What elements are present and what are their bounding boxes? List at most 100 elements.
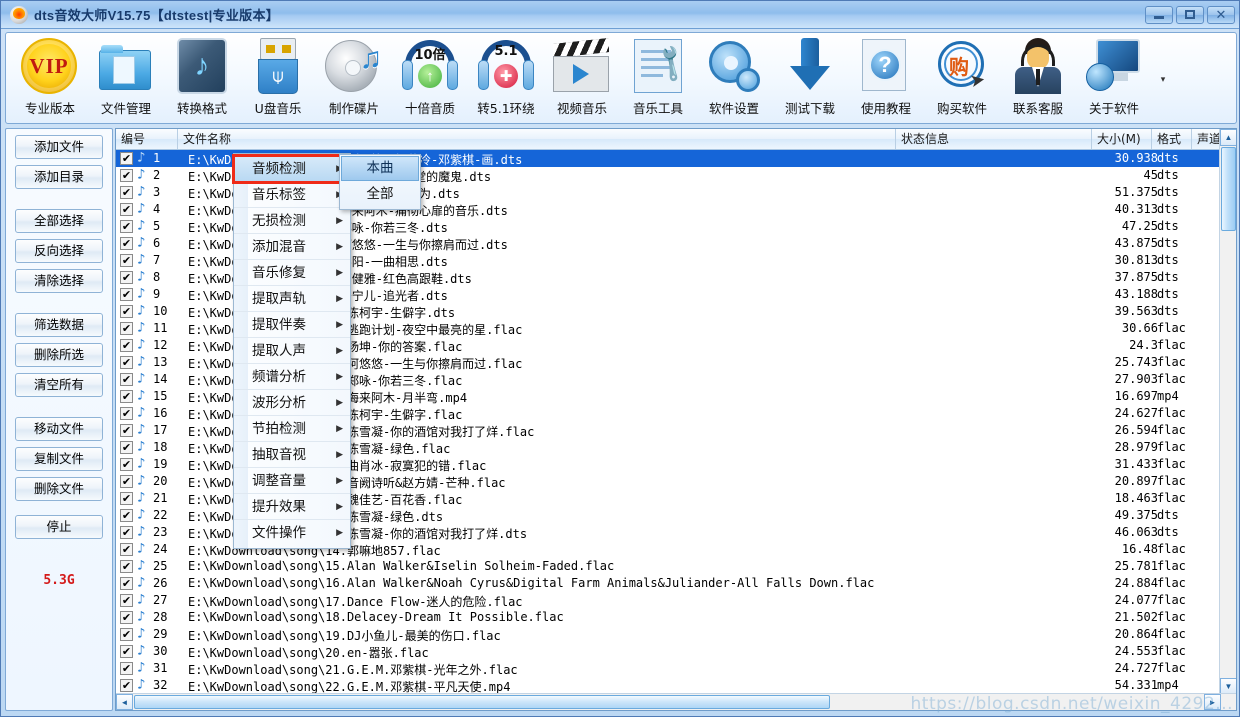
row-checkbox[interactable]: ✔	[120, 322, 133, 335]
toolbar-item-10x-quality[interactable]: 10倍 ↑ 十倍音质	[392, 36, 468, 122]
table-row[interactable]: ✔ ♪ 25 E:\KwDownload\song\15.Alan Walker&Is…	[116, 558, 1220, 575]
delete-selected-button[interactable]: 删除所选	[15, 343, 103, 367]
row-checkbox[interactable]: ✔	[120, 169, 133, 182]
horizontal-scroll-thumb[interactable]	[134, 695, 830, 709]
row-checkbox[interactable]: ✔	[120, 288, 133, 301]
row-checkbox[interactable]: ✔	[120, 339, 133, 352]
row-checkbox[interactable]: ✔	[120, 509, 133, 522]
row-checkbox[interactable]: ✔	[120, 203, 133, 216]
submenu-item[interactable]: 全部	[340, 181, 420, 208]
row-checkbox[interactable]: ✔	[120, 407, 133, 420]
submenu-item[interactable]: 本曲	[341, 156, 419, 181]
table-row[interactable]: ✔ ♪ 29 E:\KwDownload\song\19.DJ小鱼儿-最美的伤口.fl…	[116, 626, 1220, 643]
table-row[interactable]: ✔ ♪ 31 E:\KwDownload\song\21.G.E.M.邓紫棋-光年之外…	[116, 660, 1220, 677]
row-checkbox[interactable]: ✔	[120, 356, 133, 369]
invert-selection-button[interactable]: 反向选择	[15, 239, 103, 263]
context-menu-item[interactable]: 提取伴奏 ▶	[234, 312, 350, 338]
filter-data-button[interactable]: 筛选数据	[15, 313, 103, 337]
toolbar-item-contact-support[interactable]: 联系客服	[1000, 36, 1076, 122]
scroll-left-button[interactable]: ◄	[116, 694, 133, 710]
add-directory-button[interactable]: 添加目录	[15, 165, 103, 189]
row-checkbox[interactable]: ✔	[120, 628, 133, 641]
maximize-button[interactable]	[1176, 5, 1204, 24]
row-checkbox[interactable]: ✔	[120, 390, 133, 403]
context-menu-item[interactable]: 提取人声 ▶	[234, 338, 350, 364]
row-checkbox[interactable]: ✔	[120, 186, 133, 199]
toolbar-item-make-disc[interactable]: ♫ 制作碟片	[316, 36, 392, 122]
toolbar-overflow-chevron-down-icon[interactable]: ▾	[1152, 36, 1174, 122]
scroll-right-button[interactable]: ►	[1204, 694, 1221, 710]
context-menu-item[interactable]: 提取声轨 ▶	[234, 286, 350, 312]
column-header-num[interactable]: 编号	[116, 129, 178, 149]
add-file-button[interactable]: 添加文件	[15, 135, 103, 159]
table-row[interactable]: ✔ ♪ 32 E:\KwDownload\song\22.G.E.M.邓紫棋-平凡天使…	[116, 677, 1220, 694]
toolbar-item-convert-format[interactable]: ♪ 转换格式	[164, 36, 240, 122]
row-checkbox[interactable]: ✔	[120, 611, 133, 624]
row-checkbox[interactable]: ✔	[120, 220, 133, 233]
toolbar-item-settings[interactable]: 软件设置	[696, 36, 772, 122]
stop-button[interactable]: 停止	[15, 515, 103, 539]
row-checkbox[interactable]: ✔	[120, 679, 133, 692]
table-row[interactable]: ✔ ♪ 30 E:\KwDownload\song\20.en-嚣张.flac 24.5…	[116, 643, 1220, 660]
context-menu-item[interactable]: 调整音量 ▶	[234, 468, 350, 494]
row-checkbox[interactable]: ✔	[120, 475, 133, 488]
column-header-status[interactable]: 状态信息	[896, 129, 1092, 149]
horizontal-scrollbar[interactable]: ◄ ►	[116, 693, 1236, 710]
row-checkbox[interactable]: ✔	[120, 492, 133, 505]
context-submenu[interactable]: 本曲 全部	[339, 154, 421, 210]
clear-all-button[interactable]: 清空所有	[15, 373, 103, 397]
context-menu-item[interactable]: 文件操作 ▶	[234, 520, 350, 546]
row-checkbox[interactable]: ✔	[120, 594, 133, 607]
toolbar-item-convert-51[interactable]: 5.1 ✚ 转5.1环绕	[468, 36, 544, 122]
toolbar-item-tutorial[interactable]: ? 使用教程	[848, 36, 924, 122]
context-menu-item[interactable]: 无损检测 ▶	[234, 208, 350, 234]
row-checkbox[interactable]: ✔	[120, 373, 133, 386]
table-row[interactable]: ✔ ♪ 28 E:\KwDownload\song\18.Delacey-Dream …	[116, 609, 1220, 626]
minimize-button[interactable]	[1145, 5, 1173, 24]
clear-selection-button[interactable]: 清除选择	[15, 269, 103, 293]
delete-file-button[interactable]: 删除文件	[15, 477, 103, 501]
row-checkbox[interactable]: ✔	[120, 662, 133, 675]
column-header-format[interactable]: 格式	[1152, 129, 1192, 149]
vertical-scroll-thumb[interactable]	[1221, 147, 1236, 231]
toolbar-item-video-music[interactable]: 视频音乐	[544, 36, 620, 122]
close-button[interactable]: ✕	[1207, 5, 1235, 24]
column-header-name[interactable]: 文件名称	[178, 129, 896, 149]
row-checkbox[interactable]: ✔	[120, 526, 133, 539]
row-checkbox[interactable]: ✔	[120, 560, 133, 573]
vertical-scrollbar[interactable]: ▲ ▼	[1219, 129, 1236, 695]
context-menu-item[interactable]: 音乐修复 ▶	[234, 260, 350, 286]
row-checkbox[interactable]: ✔	[120, 645, 133, 658]
context-menu-item[interactable]: 波形分析 ▶	[234, 390, 350, 416]
context-menu-item[interactable]: 音乐标签▶	[234, 182, 350, 208]
toolbar-item-music-tools[interactable]: 🔧 音乐工具	[620, 36, 696, 122]
toolbar-item-about[interactable]: 关于软件	[1076, 36, 1152, 122]
row-checkbox[interactable]: ✔	[120, 305, 133, 318]
row-checkbox[interactable]: ✔	[120, 424, 133, 437]
select-all-button[interactable]: 全部选择	[15, 209, 103, 233]
context-menu-item[interactable]: 音频检测▶	[232, 154, 352, 184]
row-checkbox[interactable]: ✔	[120, 152, 133, 165]
table-row[interactable]: ✔ ♪ 26 E:\KwDownload\song\16.Alan Walker&No…	[116, 575, 1220, 592]
row-checkbox[interactable]: ✔	[120, 237, 133, 250]
column-header-size[interactable]: 大小(M)	[1092, 129, 1152, 149]
row-checkbox[interactable]: ✔	[120, 458, 133, 471]
row-checkbox[interactable]: ✔	[120, 254, 133, 267]
context-menu-item[interactable]: 抽取音视 ▶	[234, 442, 350, 468]
toolbar-item-buy-software[interactable]: 购 ➤ 购买软件	[924, 36, 1000, 122]
toolbar-item-usb-music[interactable]: ⍦ U盘音乐	[240, 36, 316, 122]
row-checkbox[interactable]: ✔	[120, 441, 133, 454]
context-menu-item[interactable]: 添加混音 ▶	[234, 234, 350, 260]
context-menu-item[interactable]: 提升效果 ▶	[234, 494, 350, 520]
toolbar-item-file-manage[interactable]: 文件管理	[88, 36, 164, 122]
row-checkbox[interactable]: ✔	[120, 543, 133, 556]
row-checkbox[interactable]: ✔	[120, 577, 133, 590]
scroll-up-button[interactable]: ▲	[1220, 129, 1236, 146]
context-menu-item[interactable]: 频谱分析 ▶	[234, 364, 350, 390]
move-file-button[interactable]: 移动文件	[15, 417, 103, 441]
context-menu[interactable]: 音频检测▶音乐标签▶无损检测▶添加混音▶音乐修复▶提取声轨▶提取伴奏▶提取人声▶…	[232, 153, 352, 549]
toolbar-item-test-download[interactable]: 测试下载	[772, 36, 848, 122]
context-menu-item[interactable]: 节拍检测 ▶	[234, 416, 350, 442]
table-row[interactable]: ✔ ♪ 27 E:\KwDownload\song\17.Dance Flow-迷人的…	[116, 592, 1220, 609]
toolbar-item-pro-version[interactable]: VIP 专业版本	[12, 36, 88, 122]
